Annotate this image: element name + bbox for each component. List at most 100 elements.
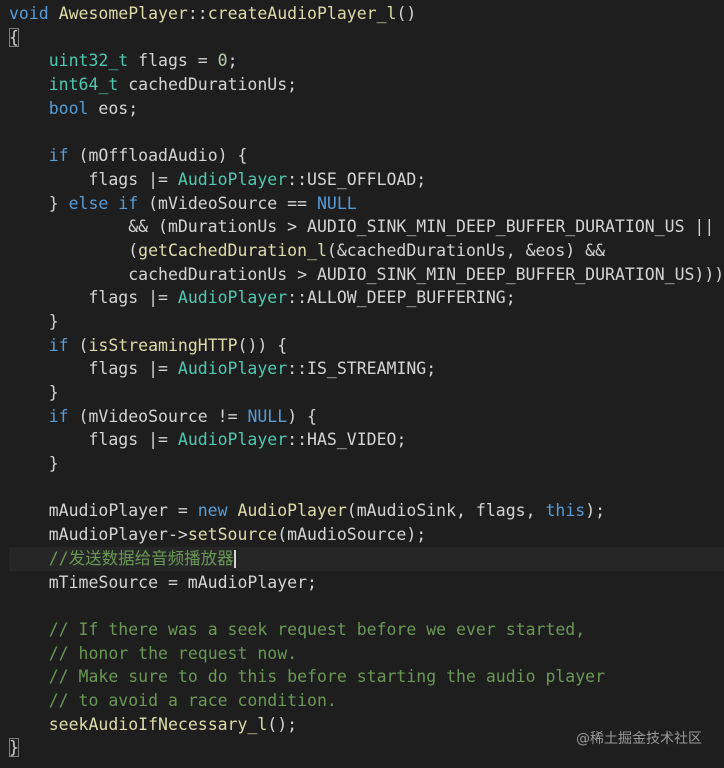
- code-line[interactable]: (getCachedDuration_l(&cachedDurationUs, …: [9, 239, 724, 263]
- code-token: ::IS_STREAMING;: [287, 359, 437, 379]
- code-token: flags =: [128, 51, 218, 71]
- code-token: // If there was a seek request before we…: [48, 619, 586, 639]
- code-line[interactable]: // Make sure to do this before starting …: [9, 665, 724, 689]
- code-token: (mAudioSource);: [277, 525, 427, 545]
- code-token: flags |=: [9, 430, 178, 450]
- code-token: //发送数据给音频播放器: [48, 548, 234, 568]
- code-token: ::USE_OFFLOAD;: [287, 169, 427, 189]
- code-token: if: [118, 193, 139, 213]
- code-line[interactable]: {: [9, 26, 724, 50]
- code-token: AudioPlayer: [177, 430, 288, 450]
- code-token: ;: [227, 51, 238, 71]
- code-line[interactable]: }: [9, 381, 724, 405]
- code-token: ) {: [287, 406, 317, 426]
- code-line[interactable]: cachedDurationUs > AUDIO_SINK_MIN_DEEP_B…: [9, 263, 724, 287]
- code-line[interactable]: } else if (mVideoSource == NULL: [9, 192, 724, 216]
- code-token: 0: [217, 51, 228, 71]
- code-area[interactable]: void AwesomePlayer::createAudioPlayer_l(…: [9, 2, 724, 760]
- code-token: this: [545, 501, 586, 521]
- code-line[interactable]: bool eos;: [9, 97, 724, 121]
- code-line[interactable]: flags |= AudioPlayer::USE_OFFLOAD;: [9, 168, 724, 192]
- code-token: AudioPlayer: [237, 501, 347, 521]
- code-token: NULL: [316, 193, 357, 213]
- code-editor[interactable]: void AwesomePlayer::createAudioPlayer_l(…: [0, 0, 724, 768]
- code-line[interactable]: // honor the request now.: [9, 642, 724, 666]
- code-token: int64_t: [48, 75, 119, 95]
- code-token: (&cachedDurationUs, &eos) &&: [326, 240, 606, 260]
- code-line[interactable]: if (isStreamingHTTP()) {: [9, 334, 724, 358]
- watermark: @稀土掘金技术社区: [576, 731, 702, 747]
- code-token: cachedDurationUs;: [118, 75, 298, 95]
- code-token: mTimeSource = mAudioPlayer;: [9, 572, 317, 592]
- code-token: eos;: [88, 98, 139, 118]
- code-line[interactable]: flags |= AudioPlayer::IS_STREAMING;: [9, 357, 724, 381]
- code-token: isStreamingHTTP: [88, 335, 238, 355]
- code-line[interactable]: mAudioPlayer = new AudioPlayer(mAudioSin…: [9, 499, 724, 523]
- code-token: setSource: [187, 525, 278, 545]
- code-line[interactable]: if (mOffloadAudio) {: [9, 144, 724, 168]
- code-token: AudioPlayer: [177, 288, 288, 308]
- code-token: else: [68, 193, 109, 213]
- code-token: // honor the request now.: [48, 643, 298, 663]
- code-line[interactable]: }: [9, 452, 724, 476]
- code-token: (mVideoSource ==: [138, 193, 317, 213]
- code-token: flags |=: [9, 359, 178, 379]
- code-token: }: [9, 383, 59, 402]
- code-token: uint32_t: [48, 51, 129, 71]
- code-token: if: [48, 406, 69, 426]
- code-line[interactable]: }: [9, 310, 724, 334]
- code-token: getCachedDuration_l: [138, 240, 327, 260]
- code-token: flags |=: [9, 288, 178, 308]
- code-line[interactable]: [9, 594, 724, 618]
- matched-brace: }: [9, 738, 19, 758]
- code-line[interactable]: //发送数据给音频播放器: [9, 546, 724, 571]
- code-line[interactable]: int64_t cachedDurationUs;: [9, 73, 724, 97]
- code-token: (mAudioSink, flags,: [346, 501, 546, 521]
- code-token: (mOffloadAudio) {: [68, 146, 248, 166]
- code-token: NULL: [247, 406, 288, 426]
- code-line[interactable]: void AwesomePlayer::createAudioPlayer_l(…: [9, 2, 724, 26]
- code-token: // to avoid a race condition.: [48, 690, 337, 710]
- code-line[interactable]: if (mVideoSource != NULL) {: [9, 405, 724, 429]
- code-token: (: [9, 240, 139, 260]
- code-token: ()) {: [237, 335, 288, 355]
- code-token: seekAudioIfNecessary_l: [48, 714, 268, 734]
- code-token: AudioPlayer: [177, 169, 288, 189]
- code-line[interactable]: mTimeSource = mAudioPlayer;: [9, 571, 724, 595]
- code-token: cachedDurationUs > AUDIO_SINK_MIN_DEEP_B…: [9, 264, 724, 284]
- code-token: // Make sure to do this before starting …: [48, 667, 606, 687]
- code-line[interactable]: // If there was a seek request before we…: [9, 618, 724, 642]
- code-line[interactable]: && (mDurationUs > AUDIO_SINK_MIN_DEEP_BU…: [9, 215, 724, 239]
- code-token: mAudioPlayer =: [9, 501, 198, 521]
- code-token: (: [68, 335, 89, 355]
- code-token: bool: [48, 98, 89, 118]
- code-token: new: [197, 501, 228, 521]
- code-token: createAudioPlayer_l: [207, 4, 397, 23]
- code-token: ::HAS_VIDEO;: [287, 430, 407, 450]
- code-token: flags |=: [9, 169, 178, 189]
- code-line[interactable]: flags |= AudioPlayer::ALLOW_DEEP_BUFFERI…: [9, 286, 724, 310]
- code-line[interactable]: flags |= AudioPlayer::HAS_VIDEO;: [9, 428, 724, 452]
- code-token: ::: [187, 4, 208, 23]
- code-token: }: [9, 193, 69, 213]
- text-cursor: [233, 550, 236, 569]
- code-line[interactable]: [9, 120, 724, 144]
- code-line[interactable]: mAudioPlayer->setSource(mAudioSource);: [9, 523, 724, 547]
- code-token: && (mDurationUs > AUDIO_SINK_MIN_DEEP_BU…: [9, 217, 715, 237]
- code-line[interactable]: // to avoid a race condition.: [9, 689, 724, 713]
- code-line[interactable]: [9, 476, 724, 500]
- code-token: AwesomePlayer: [58, 4, 188, 23]
- code-token: if: [48, 146, 69, 166]
- code-token: );: [585, 501, 606, 521]
- code-token: if: [48, 335, 69, 355]
- code-line[interactable]: uint32_t flags = 0;: [9, 49, 724, 73]
